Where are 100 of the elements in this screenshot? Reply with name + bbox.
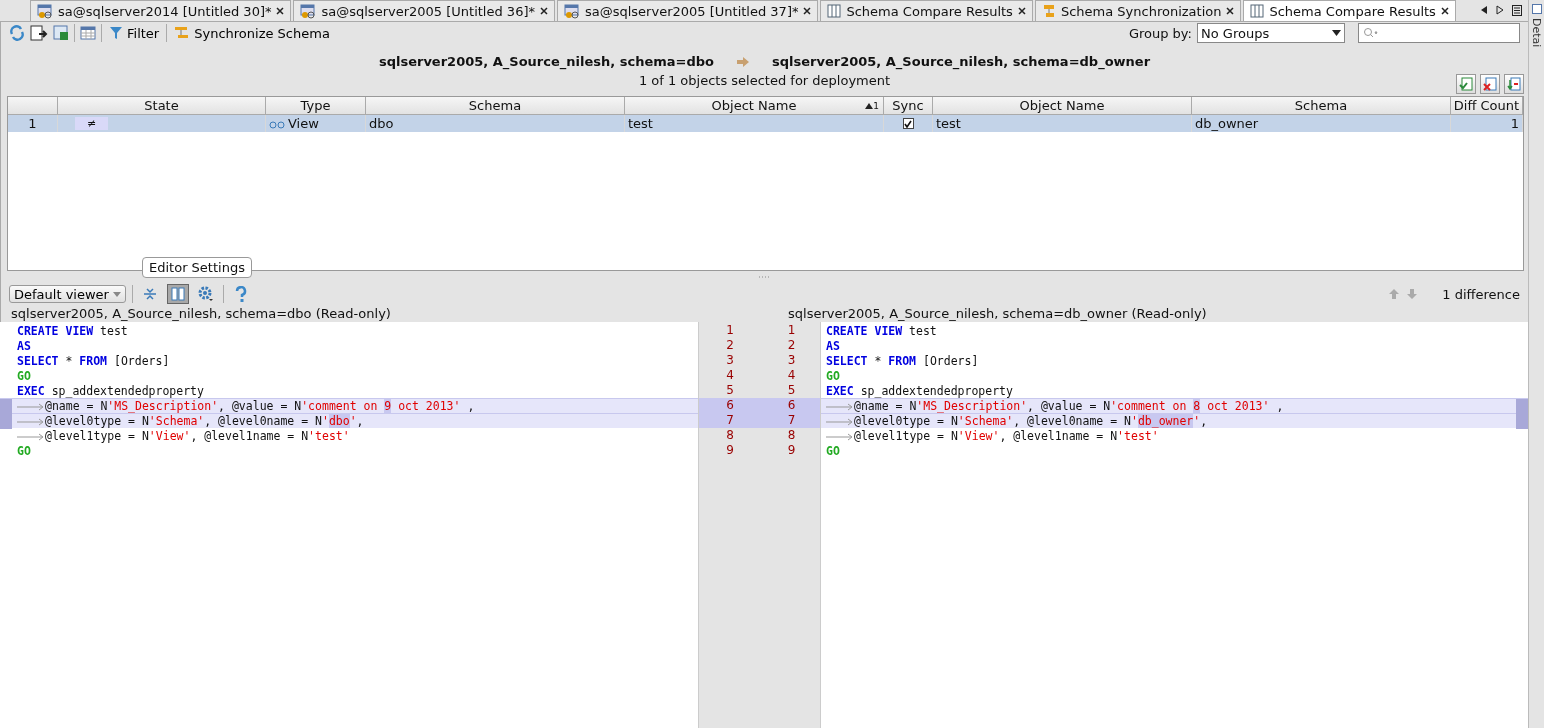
difference-count: 1 difference [1442,286,1520,302]
table-cell: 1 [1451,115,1523,132]
editor-tab[interactable]: sa@sqlserver2014 [Untitled 30]* [30,0,292,21]
column-header [8,97,58,115]
caret-icon [1332,30,1341,36]
code-line: @level0type = N'Schema', @level0name = N'dbo', [17,414,364,428]
line-number: 5 [786,383,797,398]
line-number: 8 [725,428,735,443]
close-icon[interactable] [1440,7,1449,15]
search-icon [1363,27,1379,39]
side-by-side-button[interactable] [166,284,189,304]
close-icon[interactable] [803,7,812,15]
line-number: 1 [725,323,735,338]
close-icon[interactable] [1226,7,1235,15]
code-line: @name = N'MS_Description', @value = N'comment on 8 oct 2013' , [826,399,1284,413]
code-line: GO [17,369,31,383]
line-number: 6 [725,398,735,413]
line-number: 7 [786,413,797,428]
editor-tab[interactable]: Schema Compare Results [820,0,1033,21]
deployment-status: 1 of 1 objects selected for deployment [638,73,891,88]
column-header[interactable]: State [58,97,266,115]
hierarchy-icon [174,26,191,40]
spreadsheet-icon[interactable] [53,25,69,41]
database-window-icon [563,3,580,19]
line-number: 4 [725,368,735,383]
code-line: SELECT * FROM [Orders] [826,354,979,368]
code-line: EXEC sp_addextendedproperty [826,384,1013,398]
group-by-label: Group by: [1128,25,1192,41]
column-header[interactable]: Type [266,97,366,115]
hierarchy-icon [1041,4,1056,18]
change-marker [0,398,12,414]
line-number: 9 [725,443,735,458]
code-line: AS [17,339,31,353]
line-number: 5 [725,383,735,398]
column-header[interactable]: Schema [1192,97,1451,115]
code-line: @level1type = N'View', @level1name = N'test' [826,429,1159,443]
code-line: GO [826,369,840,383]
line-number: 3 [786,353,797,368]
line-number: 6 [786,398,797,413]
line-number: 8 [786,428,797,443]
code-line: AS [826,339,840,353]
editor-tab[interactable]: Schema Synchronization [1034,0,1242,21]
left-arrow-icon[interactable] [1480,5,1488,15]
code-line: EXEC sp_addextendedproperty [17,384,204,398]
close-icon[interactable] [1017,7,1026,15]
line-number: 1 [786,323,797,338]
menu-icon[interactable] [1512,5,1522,16]
database-window-icon [300,3,317,19]
glasses-icon [269,118,285,129]
change-marker [1516,398,1528,414]
search-field[interactable] [1358,23,1520,43]
funnel-icon [109,26,123,40]
column-header[interactable]: Sync [884,97,933,115]
target-title: sqlserver2005, A_Source_nilesh, schema=db_owner [772,54,1151,69]
right-arrow-icon [736,55,750,68]
code-line: CREATE VIEW test [826,324,937,338]
code-line: @level0type = N'Schema', @level0name = N'db_owner', [826,414,1208,428]
invert-selection-button[interactable] [1504,74,1524,94]
exclude-all-button[interactable] [1480,74,1500,94]
code-line: CREATE VIEW test [17,324,128,338]
detail-panel-label[interactable]: Detai [1530,18,1543,48]
column-header[interactable]: Object Name [933,97,1192,115]
close-icon[interactable] [276,7,285,15]
line-number: 7 [725,413,735,428]
right-pane-title: sqlserver2005, A_Source_nilesh, schema=db_owner (Read-only) [788,306,1208,321]
close-icon[interactable] [539,7,548,15]
viewer-dropdown[interactable]: Default viewer [9,285,126,303]
line-number: 4 [786,368,797,383]
right-arrow-icon[interactable] [1496,5,1504,15]
code-line: GO [826,444,840,458]
code-line: SELECT * FROM [Orders] [17,354,170,368]
line-number: 9 [786,443,797,458]
table-cell: dbo [366,115,625,132]
table-cell: test [625,115,884,132]
column-header[interactable]: Schema [366,97,625,115]
table-cell: View [266,115,366,132]
code-line: @name = N'MS_Description', @value = N'comment on 9 oct 2013' , [17,399,475,413]
row-number: 1 [8,115,58,132]
editor-tab[interactable]: Schema Compare Results [1243,0,1456,21]
code-line: GO [17,444,31,458]
refresh-icon[interactable] [9,25,25,41]
code-line: @level1type = N'View', @level1name = N'test' [17,429,350,443]
tooltip: Editor Settings [142,257,252,278]
export-document-icon[interactable] [30,25,48,41]
editor-tab[interactable]: sa@sqlserver2005 [Untitled 37]* [556,0,819,21]
editor-tab[interactable]: sa@sqlserver2005 [Untitled 36]* [293,0,555,21]
table-cell: db_owner [1192,115,1451,132]
group-by-dropdown[interactable]: No Groups [1197,23,1345,43]
include-all-button[interactable] [1456,74,1476,94]
column-header[interactable]: Object Name 1 [625,97,884,115]
sync-checkbox[interactable] [902,118,914,129]
table-cell: test [933,115,1192,132]
filter-button[interactable]: Filter [107,25,162,41]
synchronize-schema-button[interactable]: Synchronize Schema [172,25,332,41]
state-indicator: ≠ [75,117,109,130]
source-title: sqlserver2005, A_Source_nilesh, schema=dbo [378,54,714,69]
database-window-icon [37,3,53,19]
column-header[interactable]: Diff Count [1451,97,1523,115]
left-pane-title: sqlserver2005, A_Source_nilesh, schema=dbo (Read-only) [11,306,392,321]
line-number: 2 [725,338,735,353]
